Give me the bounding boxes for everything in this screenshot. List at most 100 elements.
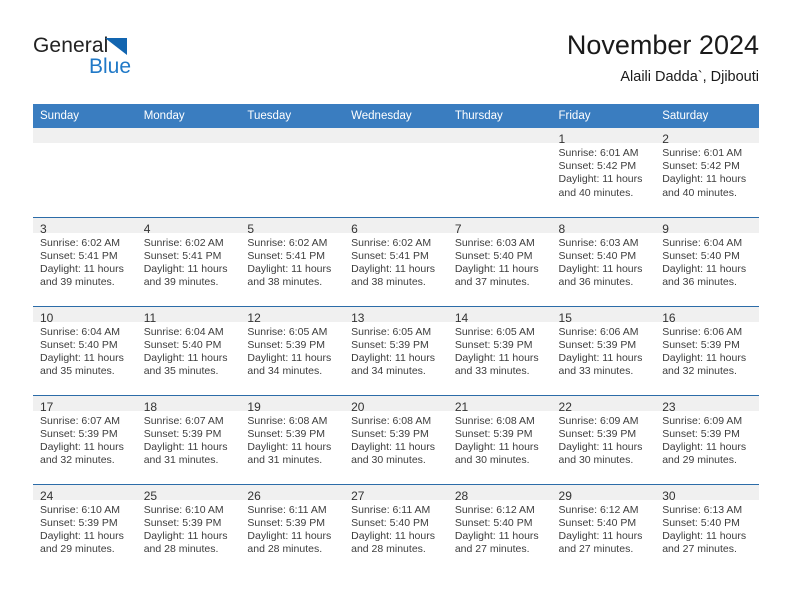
calendar-day-cell[interactable]: 28 Sunrise: 6:12 AM Sunset: 5:40 PM Dayligh… bbox=[447, 483, 552, 573]
calendar-day-cell[interactable]: 24 Sunrise: 6:10 AM Sunset: 5:39 PM Dayligh… bbox=[33, 483, 137, 573]
detail-sunset: Sunset: 5:42 PM bbox=[558, 160, 637, 173]
calendar-day-cell[interactable]: 2 Sunrise: 6:01 AM Sunset: 5:42 PM Daylight… bbox=[655, 128, 759, 217]
detail-sunset: Sunset: 5:41 PM bbox=[351, 249, 429, 262]
detail-sunrise: Sunrise: 6:08 AM bbox=[454, 414, 535, 427]
calendar-day-cell[interactable]: 20 Sunrise: 6:08 AM Sunset: 5:39 PM Dayligh… bbox=[344, 394, 448, 484]
day-details: Sunrise: 6:02 AM Sunset: 5:41 PM Daylight:… bbox=[240, 233, 344, 290]
detail-sunset: Sunset: 5:39 PM bbox=[247, 427, 326, 440]
detail-sunset: Sunset: 5:40 PM bbox=[662, 516, 740, 529]
detail-daylight1: Daylight: 11 hours bbox=[40, 529, 124, 542]
calendar-day-cell[interactable]: 13 Sunrise: 6:05 AM Sunset: 5:39 PM Dayligh… bbox=[344, 305, 448, 395]
detail-sunset: Sunset: 5:41 PM bbox=[143, 249, 222, 262]
detail-sunrise: Sunrise: 6:09 AM bbox=[662, 414, 743, 427]
detail-sunset: Sunset: 5:39 PM bbox=[40, 427, 118, 440]
detail-sunrise: Sunrise: 6:01 AM bbox=[662, 147, 743, 159]
detail-daylight1: Daylight: 11 hours bbox=[40, 440, 124, 453]
calendar-day-cell[interactable]: 17 Sunrise: 6:07 AM Sunset: 5:39 PM Dayligh… bbox=[33, 394, 137, 484]
calendar-day-cell[interactable]: 10 Sunrise: 6:04 AM Sunset: 5:40 PM Dayligh… bbox=[33, 305, 137, 395]
calendar-day-cell[interactable]: 23 Sunrise: 6:09 AM Sunset: 5:39 PM Dayligh… bbox=[655, 394, 759, 484]
calendar-day-cell[interactable]: 8 Sunrise: 6:03 AM Sunset: 5:40 PM Daylight… bbox=[551, 216, 656, 306]
weekday-header-wednesday: Wednesday bbox=[344, 104, 448, 128]
calendar-week-row: 1 Sunrise: 6:01 AM Sunset: 5:42 PM Daylight… bbox=[33, 128, 759, 217]
day-details: Sunrise: 6:05 AM Sunset: 5:39 PM Daylight:… bbox=[344, 322, 448, 379]
calendar-day-cell[interactable]: 9 Sunrise: 6:04 AM Sunset: 5:40 PM Daylight… bbox=[655, 216, 759, 306]
detail-daylight1: Daylight: 11 hours bbox=[454, 351, 539, 364]
detail-sunrise: Sunrise: 6:05 AM bbox=[454, 325, 535, 338]
detail-sunrise: Sunrise: 6:10 AM bbox=[40, 503, 120, 516]
detail-daylight2: and 30 minutes. bbox=[454, 454, 530, 467]
day-details: Sunrise: 6:05 AM Sunset: 5:39 PM Daylight:… bbox=[240, 322, 344, 379]
weekday-header-sunday: Sunday bbox=[33, 104, 137, 128]
detail-sunset: Sunset: 5:41 PM bbox=[40, 249, 118, 262]
detail-daylight2: and 40 minutes. bbox=[662, 186, 737, 199]
detail-daylight1: Daylight: 11 hours bbox=[351, 440, 435, 453]
day-number: 6 bbox=[344, 217, 448, 236]
day-number: 1 bbox=[551, 128, 656, 146]
detail-daylight1: Daylight: 11 hours bbox=[558, 262, 643, 275]
calendar-header-row: Sunday Monday Tuesday Wednesday Thursday Frid… bbox=[33, 104, 759, 128]
day-number: 5 bbox=[240, 217, 345, 236]
detail-sunset: Sunset: 5:39 PM bbox=[662, 427, 740, 440]
calendar-day-cell[interactable]: 27 Sunrise: 6:11 AM Sunset: 5:40 PM Dayligh… bbox=[344, 483, 448, 573]
calendar-day-cell[interactable]: 18 Sunrise: 6:07 AM Sunset: 5:39 PM Dayligh… bbox=[136, 394, 241, 484]
detail-daylight2: and 33 minutes. bbox=[454, 365, 530, 378]
detail-daylight2: and 29 minutes. bbox=[662, 454, 737, 467]
day-details: Sunrise: 6:07 AM Sunset: 5:39 PM Daylight:… bbox=[137, 411, 241, 468]
calendar-day-cell[interactable]: 4 Sunrise: 6:02 AM Sunset: 5:41 PM Daylight… bbox=[136, 216, 241, 306]
calendar-week-row: 24 Sunrise: 6:10 AM Sunset: 5:39 PM Dayligh… bbox=[33, 483, 759, 573]
detail-sunset: Sunset: 5:39 PM bbox=[247, 516, 326, 529]
calendar-day-cell[interactable]: 5 Sunrise: 6:02 AM Sunset: 5:41 PM Daylight… bbox=[240, 216, 345, 306]
calendar-day-cell[interactable]: 16 Sunrise: 6:06 AM Sunset: 5:39 PM Dayligh… bbox=[655, 305, 759, 395]
calendar-day-cell[interactable]: 6 Sunrise: 6:02 AM Sunset: 5:41 PM Daylight… bbox=[344, 216, 448, 306]
day-details: Sunrise: 6:10 AM Sunset: 5:39 PM Daylight:… bbox=[33, 500, 137, 557]
day-number bbox=[344, 128, 448, 143]
detail-daylight2: and 33 minutes. bbox=[558, 365, 634, 378]
detail-sunset: Sunset: 5:42 PM bbox=[662, 160, 740, 173]
calendar-day-cell[interactable]: 14 Sunrise: 6:05 AM Sunset: 5:39 PM Dayligh… bbox=[447, 305, 552, 395]
detail-sunrise: Sunrise: 6:02 AM bbox=[351, 236, 432, 249]
calendar-day-cell[interactable]: 12 Sunrise: 6:05 AM Sunset: 5:39 PM Dayligh… bbox=[240, 305, 345, 395]
calendar-day-cell[interactable]: 26 Sunrise: 6:11 AM Sunset: 5:39 PM Dayligh… bbox=[240, 483, 345, 573]
calendar-day-cell[interactable]: 19 Sunrise: 6:08 AM Sunset: 5:39 PM Dayligh… bbox=[240, 394, 345, 484]
day-number: 25 bbox=[136, 484, 241, 503]
detail-daylight2: and 37 minutes. bbox=[454, 276, 530, 289]
calendar-day-cell[interactable]: 30 Sunrise: 6:13 AM Sunset: 5:40 PM Dayligh… bbox=[655, 483, 759, 573]
calendar-day-cell[interactable]: 7 Sunrise: 6:03 AM Sunset: 5:40 PM Daylight… bbox=[447, 216, 552, 306]
calendar-day-cell[interactable]: 21 Sunrise: 6:08 AM Sunset: 5:39 PM Dayligh… bbox=[447, 394, 552, 484]
generalblue-logo[interactable]: General Blue bbox=[33, 34, 243, 88]
detail-sunset: Sunset: 5:40 PM bbox=[351, 516, 429, 529]
calendar-day-cell[interactable]: 3 Sunrise: 6:02 AM Sunset: 5:41 PM Daylight… bbox=[33, 216, 137, 306]
detail-sunrise: Sunrise: 6:12 AM bbox=[454, 503, 535, 516]
calendar-day-cell[interactable]: 15 Sunrise: 6:06 AM Sunset: 5:39 PM Dayligh… bbox=[551, 305, 656, 395]
calendar-day-cell[interactable]: 25 Sunrise: 6:10 AM Sunset: 5:39 PM Dayligh… bbox=[136, 483, 241, 573]
title-block: November 2024 Alaili Dadda`, Djibouti bbox=[567, 28, 759, 88]
detail-sunrise: Sunrise: 6:11 AM bbox=[351, 503, 431, 516]
detail-daylight1: Daylight: 11 hours bbox=[143, 351, 228, 364]
detail-sunset: Sunset: 5:41 PM bbox=[247, 249, 326, 262]
calendar-day-cell[interactable]: 22 Sunrise: 6:09 AM Sunset: 5:39 PM Dayligh… bbox=[551, 394, 656, 484]
day-number: 21 bbox=[447, 395, 552, 414]
day-number: 28 bbox=[447, 484, 552, 503]
day-number: 26 bbox=[240, 484, 345, 503]
day-number: 10 bbox=[33, 306, 137, 325]
weekday-header-tuesday: Tuesday bbox=[240, 104, 345, 128]
detail-daylight2: and 40 minutes. bbox=[558, 186, 634, 199]
day-details: Sunrise: 6:11 AM Sunset: 5:39 PM Daylight:… bbox=[240, 500, 344, 557]
detail-daylight1: Daylight: 11 hours bbox=[143, 529, 228, 542]
calendar-week-row: 17 Sunrise: 6:07 AM Sunset: 5:39 PM Dayligh… bbox=[33, 394, 759, 484]
calendar-day-cell[interactable]: 1 Sunrise: 6:01 AM Sunset: 5:42 PM Daylight… bbox=[551, 128, 656, 217]
detail-daylight1: Daylight: 11 hours bbox=[454, 440, 539, 453]
detail-daylight2: and 28 minutes. bbox=[351, 543, 426, 556]
detail-daylight1: Daylight: 11 hours bbox=[558, 529, 643, 542]
calendar-day-cell[interactable]: 11 Sunrise: 6:04 AM Sunset: 5:40 PM Dayligh… bbox=[136, 305, 241, 395]
calendar-cell-empty bbox=[33, 128, 137, 217]
page-subtitle: Alaili Dadda`, Djibouti bbox=[620, 69, 759, 85]
detail-daylight1: Daylight: 11 hours bbox=[143, 262, 228, 275]
detail-sunrise: Sunrise: 6:06 AM bbox=[558, 325, 639, 338]
detail-daylight2: and 35 minutes. bbox=[143, 365, 219, 378]
day-details: Sunrise: 6:12 AM Sunset: 5:40 PM Daylight:… bbox=[552, 500, 656, 557]
day-number: 15 bbox=[551, 306, 656, 325]
calendar-day-cell[interactable]: 29 Sunrise: 6:12 AM Sunset: 5:40 PM Dayligh… bbox=[551, 483, 656, 573]
detail-daylight2: and 32 minutes. bbox=[662, 365, 737, 378]
detail-daylight2: and 31 minutes. bbox=[143, 454, 219, 467]
